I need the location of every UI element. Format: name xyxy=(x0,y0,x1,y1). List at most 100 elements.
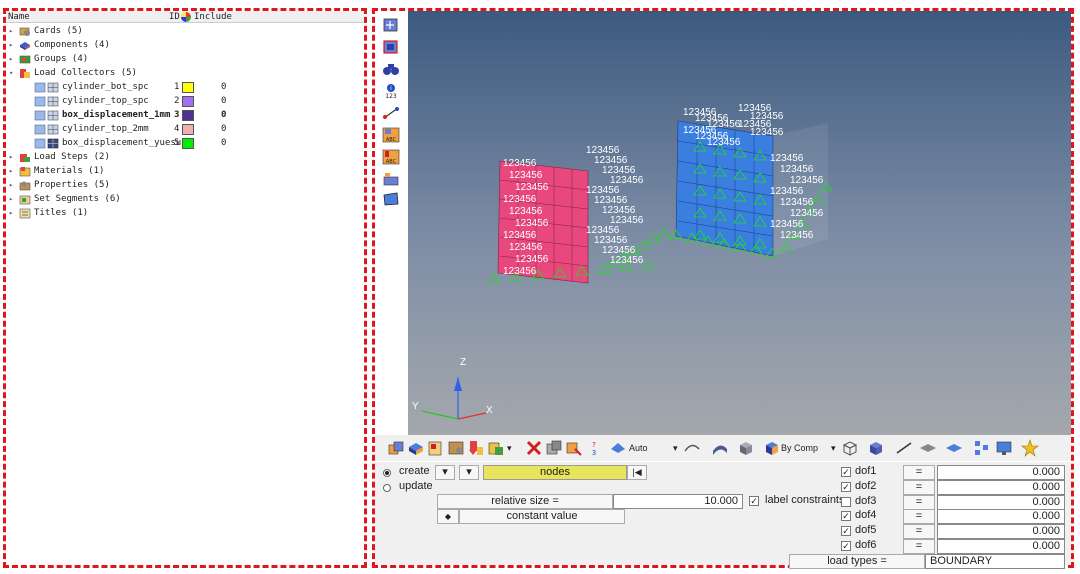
display-mode-dropdown[interactable]: Auto xyxy=(629,440,648,456)
select-view-icon[interactable] xyxy=(382,17,400,33)
view-toolbar: i 123 ABC ABC xyxy=(378,15,406,435)
mask-icon[interactable] xyxy=(545,439,563,457)
relative-size-input[interactable]: 10.000 xyxy=(613,494,743,509)
delete-icon[interactable] xyxy=(525,439,543,457)
load-collector-row[interactable]: box_displacement_1mm 3 0 xyxy=(6,109,366,123)
numbers-icon[interactable]: ?3 xyxy=(585,439,603,457)
graphics-panel: i 123 ABC ABC 123456 123456 123456 123456 123… xyxy=(372,8,1074,569)
dof5-checkbox[interactable]: ✓ xyxy=(841,526,851,536)
chevron-down-icon[interactable]: ▾ xyxy=(507,440,512,456)
expand-arrow-icon[interactable]: ▸ xyxy=(9,167,13,175)
tree-item-set-segments[interactable]: ▸ Set Segments (6) xyxy=(6,193,366,207)
label-abc-red-icon[interactable]: ABC xyxy=(382,149,400,165)
info-icon[interactable]: i123 xyxy=(382,83,400,99)
toggle-icon[interactable]: ◆ xyxy=(437,509,459,524)
expand-arrow-icon[interactable]: ▸ xyxy=(9,209,13,217)
load-collector-row[interactable]: cylinder_top_spc 2 0 xyxy=(6,95,366,109)
expand-arrow-icon[interactable]: ▸ xyxy=(9,55,13,63)
monitor-icon[interactable] xyxy=(995,439,1013,457)
dof1-input[interactable]: 0.000 xyxy=(937,465,1065,480)
card-icon[interactable] xyxy=(447,439,465,457)
wire-cube-icon[interactable] xyxy=(841,439,859,457)
organize-icon[interactable] xyxy=(565,439,583,457)
tree-item-load-collectors[interactable]: ▾ Load Collectors (5) xyxy=(6,67,366,81)
color-mode-dropdown[interactable]: By Comp xyxy=(781,440,818,456)
load-step-icon[interactable] xyxy=(487,439,505,457)
update-radio[interactable] xyxy=(383,484,391,492)
star-icon[interactable] xyxy=(1021,439,1039,457)
load-icon[interactable] xyxy=(467,439,485,457)
display-icon[interactable] xyxy=(382,39,400,55)
color-wheel-icon[interactable] xyxy=(181,12,191,22)
assembly-icon[interactable] xyxy=(407,439,425,457)
entity-type-dropdown[interactable]: ▾ xyxy=(435,465,455,480)
measure-icon[interactable] xyxy=(382,105,400,121)
reset-selection-icon[interactable]: |◀ xyxy=(627,465,647,480)
tree-icon[interactable] xyxy=(973,439,991,457)
tree-item-groups[interactable]: ▸ Groups (4) xyxy=(6,53,366,67)
tree-item-cards[interactable]: ▸ Cards (5) xyxy=(6,25,366,39)
mesh-surface-icon[interactable] xyxy=(382,191,400,207)
cube-icon[interactable] xyxy=(737,439,755,457)
binoculars-icon[interactable] xyxy=(382,61,400,77)
dof4-input[interactable]: 0.000 xyxy=(937,509,1065,524)
dof6-label: dof6 xyxy=(855,539,877,551)
expand-arrow-icon[interactable]: ▸ xyxy=(9,153,13,161)
column-name-header[interactable]: Name xyxy=(8,12,30,22)
materials-icon xyxy=(19,167,31,177)
load-types-label[interactable]: load types = xyxy=(789,554,925,569)
column-id-header[interactable]: ID xyxy=(169,12,180,22)
dof1-checkbox[interactable]: ✓ xyxy=(841,467,851,477)
dof2-checkbox[interactable]: ✓ xyxy=(841,482,851,492)
shaded-cube-icon[interactable] xyxy=(867,439,885,457)
collector-icon[interactable] xyxy=(427,439,445,457)
column-include-header[interactable]: Include xyxy=(194,12,232,22)
collapse-arrow-icon[interactable]: ▾ xyxy=(9,69,13,77)
color-swatch[interactable] xyxy=(182,110,194,121)
dof3-checkbox[interactable] xyxy=(841,497,851,507)
chevron-down-icon[interactable]: ▾ xyxy=(831,440,836,456)
label-constraints-checkbox[interactable]: ✓ xyxy=(749,496,759,506)
load-collector-row[interactable]: cylinder_top_2mm 4 0 xyxy=(6,123,366,137)
shaded-mode-icon[interactable] xyxy=(609,439,627,457)
expand-arrow-icon[interactable]: ▸ xyxy=(9,27,13,35)
selection-dropdown[interactable]: ▾ xyxy=(459,465,479,480)
load-types-value[interactable]: BOUNDARY xyxy=(925,554,1065,569)
tree-item-load-steps[interactable]: ▸ Load Steps (2) xyxy=(6,151,366,165)
component-icon[interactable] xyxy=(387,439,405,457)
nodes-selector[interactable]: nodes xyxy=(483,465,627,480)
expand-arrow-icon[interactable]: ▸ xyxy=(9,195,13,203)
line-icon[interactable] xyxy=(895,439,913,457)
color-swatch[interactable] xyxy=(182,138,194,149)
tree-item-titles[interactable]: ▸ Titles (1) xyxy=(6,207,366,221)
load-collector-row[interactable]: cylinder_bot_spc 1 0 xyxy=(6,81,366,95)
create-radio[interactable] xyxy=(383,469,391,477)
expand-arrow-icon[interactable]: ▸ xyxy=(9,41,13,49)
constant-value-toggle[interactable]: constant value xyxy=(459,509,625,524)
tree-item-properties[interactable]: ▸ Properties (5) xyxy=(6,179,366,193)
model-scene[interactable]: 1234561234561234561234561234561234561234… xyxy=(408,11,1071,435)
label-abc-icon[interactable]: ABC xyxy=(382,127,400,143)
shaded-surface-icon[interactable] xyxy=(711,439,729,457)
by-comp-icon[interactable] xyxy=(763,439,781,457)
color-swatch[interactable] xyxy=(182,96,194,107)
tree-item-materials[interactable]: ▸ Materials (1) xyxy=(6,165,366,179)
wireframe-icon[interactable] xyxy=(683,439,701,457)
dof5-input[interactable]: 0.000 xyxy=(937,524,1065,539)
plane-icon[interactable] xyxy=(919,439,937,457)
expand-arrow-icon[interactable]: ▸ xyxy=(9,181,13,189)
tree-item-components[interactable]: ▸ Components (4) xyxy=(6,39,366,53)
dof6-input[interactable]: 0.000 xyxy=(937,539,1065,554)
component-color-icon[interactable] xyxy=(382,171,400,187)
chevron-down-icon[interactable]: ▾ xyxy=(673,440,678,456)
color-swatch[interactable] xyxy=(182,82,194,93)
dof-label: 123456 xyxy=(780,230,814,241)
color-swatch[interactable] xyxy=(182,124,194,135)
load-collector-row[interactable]: box_displacement_yuesu 5 0 xyxy=(6,137,366,151)
dof6-checkbox[interactable]: ✓ xyxy=(841,541,851,551)
surface-icon[interactable] xyxy=(945,439,963,457)
dof2-input[interactable]: 0.000 xyxy=(937,480,1065,495)
dof4-checkbox[interactable]: ✓ xyxy=(841,511,851,521)
dof3-input[interactable]: 0.000 xyxy=(937,495,1065,510)
graphics-viewport[interactable]: 123456 123456 123456 123456 123456 123456 1234… xyxy=(408,11,1071,435)
